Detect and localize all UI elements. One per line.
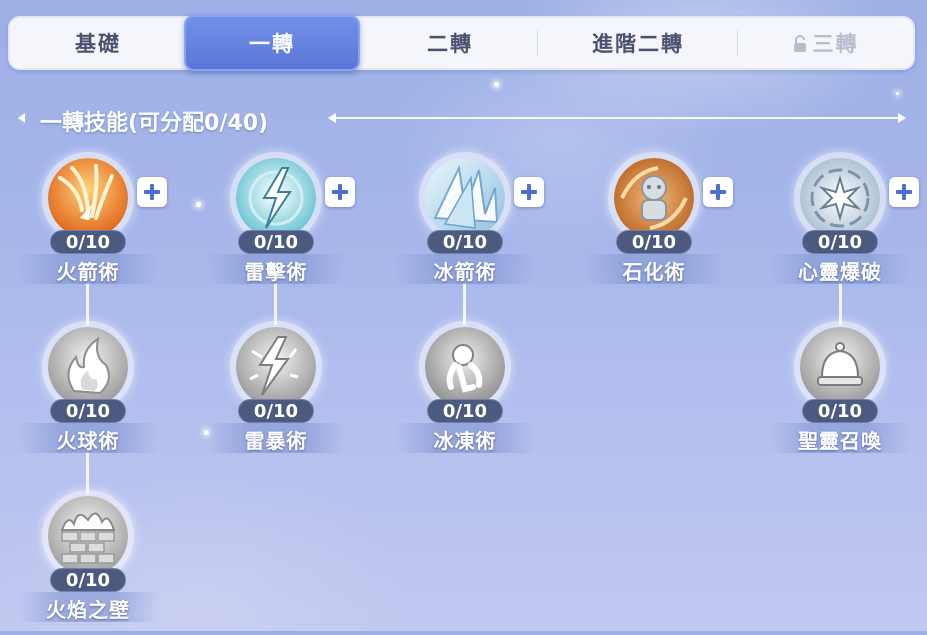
- tab-label: 二轉: [427, 32, 473, 56]
- skill-level: 0/10: [802, 399, 878, 423]
- skill-level: 0/10: [238, 230, 314, 254]
- thunder-storm-icon: [236, 327, 316, 407]
- skill-name: 冰箭術: [433, 260, 497, 284]
- skill-name: 心靈爆破: [798, 260, 882, 284]
- petrify-icon: [614, 158, 694, 238]
- header-arrow-left-icon: [18, 113, 25, 123]
- skill-node-fire-arrow[interactable]: 0/10 火箭術: [18, 152, 167, 297]
- skill-level: 0/10: [616, 230, 692, 254]
- skill-name: 石化術: [622, 260, 686, 284]
- ice-arrow-icon: [425, 158, 505, 238]
- header-line-arrow-icon: [898, 113, 906, 123]
- section-header: 一轉技能(可分配0/40): [18, 103, 908, 139]
- add-skill-point-button[interactable]: [514, 177, 544, 207]
- skill-name: 雷擊術: [244, 260, 308, 284]
- add-skill-point-button[interactable]: [137, 177, 167, 207]
- skill-name: 聖靈召喚: [798, 429, 882, 453]
- header-line-arrow-icon: [328, 113, 336, 123]
- tab-first-job[interactable]: 一轉: [184, 15, 360, 71]
- header-divider-line: [336, 117, 901, 119]
- skill-node-ice-arrow[interactable]: 0/10 冰箭術: [395, 152, 544, 297]
- tab-second-job[interactable]: 二轉: [362, 18, 538, 68]
- tab-label: 進階二轉: [592, 32, 684, 56]
- skill-level: 0/10: [50, 399, 126, 423]
- sparkle: [896, 92, 899, 95]
- sparkle: [494, 82, 499, 87]
- skill-name: 火箭術: [56, 260, 120, 284]
- tab-third-job[interactable]: 三轉: [738, 18, 913, 68]
- skill-node-petrify[interactable]: 0/10 石化術: [584, 152, 733, 297]
- mind-burst-icon: [800, 158, 880, 238]
- sparkle: [196, 202, 201, 207]
- skill-level: 0/10: [238, 399, 314, 423]
- skill-level: 0/10: [427, 230, 503, 254]
- skill-node-holy-summon[interactable]: 0/10 聖靈召喚: [770, 321, 910, 466]
- skill-name: 火球術: [56, 429, 120, 453]
- holy-summon-icon: [800, 327, 880, 407]
- skill-level: 0/10: [802, 230, 878, 254]
- lock-icon: [793, 35, 806, 52]
- tab-advanced-second-job[interactable]: 進階二轉: [538, 18, 738, 68]
- thunder-bolt-icon: [236, 158, 316, 238]
- add-skill-point-button[interactable]: [703, 177, 733, 207]
- fire-wall-icon: [48, 496, 128, 576]
- add-skill-point-button[interactable]: [889, 177, 919, 207]
- section-title: 一轉技能(可分配0/40): [40, 111, 269, 136]
- job-tab-bar: 基礎 一轉 二轉 進階二轉 三轉: [8, 15, 915, 71]
- tab-label: 基礎: [75, 32, 121, 56]
- skill-node-fireball[interactable]: 0/10 火球術: [18, 321, 158, 466]
- skill-node-thunder-bolt[interactable]: 0/10 雷擊術: [206, 152, 355, 297]
- skill-name: 冰凍術: [433, 429, 497, 453]
- skill-name: 火焰之壁: [46, 598, 130, 622]
- skill-node-fire-wall[interactable]: 0/10 火焰之壁: [18, 490, 158, 635]
- add-skill-point-button[interactable]: [325, 177, 355, 207]
- skill-level: 0/10: [427, 399, 503, 423]
- skill-node-frost[interactable]: 0/10 冰凍術: [395, 321, 535, 466]
- frost-icon: [425, 327, 505, 407]
- tab-label: 一轉: [249, 32, 295, 56]
- skill-level: 0/10: [50, 568, 126, 592]
- fireball-icon: [48, 327, 128, 407]
- skill-node-thunder-storm[interactable]: 0/10 雷暴術: [206, 321, 346, 466]
- fire-arrow-icon: [48, 158, 128, 238]
- skill-level: 0/10: [50, 230, 126, 254]
- tab-basic[interactable]: 基礎: [10, 18, 186, 68]
- skill-node-mind-burst[interactable]: 0/10 心靈爆破: [770, 152, 919, 297]
- tab-label: 三轉: [812, 32, 859, 56]
- skill-name: 雷暴術: [244, 429, 308, 453]
